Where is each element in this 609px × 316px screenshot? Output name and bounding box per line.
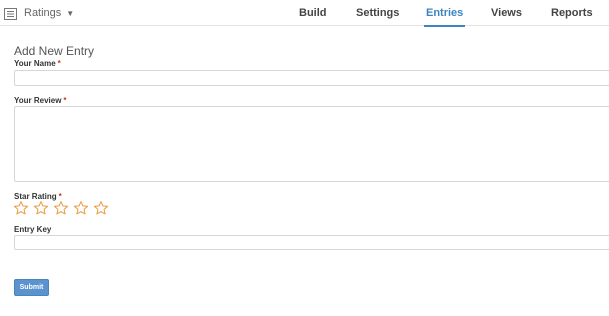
name-field-label: Your Name *: [14, 59, 61, 68]
form-heading: Add New Entry: [14, 44, 95, 58]
tab-views[interactable]: Views: [491, 0, 522, 26]
submit-button[interactable]: Submit: [14, 279, 49, 296]
star-outline-icon[interactable]: [73, 200, 89, 216]
form-name: Ratings: [24, 7, 62, 19]
star-outline-icon[interactable]: [93, 200, 109, 216]
tab-settings[interactable]: Settings: [356, 0, 399, 26]
required-marker: *: [63, 96, 67, 105]
entry-key-field-label: Entry Key: [14, 225, 51, 234]
tab-entries[interactable]: Entries: [423, 0, 466, 27]
required-marker: *: [57, 59, 61, 68]
entry-key-label-text: Entry Key: [14, 225, 52, 234]
tab-build[interactable]: Build: [299, 0, 327, 26]
form-switcher[interactable]: Ratings ▼: [4, 4, 74, 22]
name-input[interactable]: [14, 70, 609, 86]
star-outline-icon[interactable]: [53, 200, 69, 216]
star-outline-icon[interactable]: [13, 200, 29, 216]
caret-down-icon: ▼: [66, 8, 75, 18]
form-list-icon: [4, 7, 17, 20]
star-outline-icon[interactable]: [33, 200, 49, 216]
review-label-text: Your Review: [14, 96, 62, 105]
star-rating: [13, 200, 109, 217]
review-textarea[interactable]: [14, 106, 609, 182]
top-navigation-bar: Ratings ▼ Build Settings Entries Views R…: [0, 0, 609, 27]
entry-key-input[interactable]: [14, 235, 609, 250]
name-label-text: Your Name: [14, 59, 56, 68]
tab-reports[interactable]: Reports: [551, 0, 593, 26]
review-field-label: Your Review *: [14, 96, 67, 105]
